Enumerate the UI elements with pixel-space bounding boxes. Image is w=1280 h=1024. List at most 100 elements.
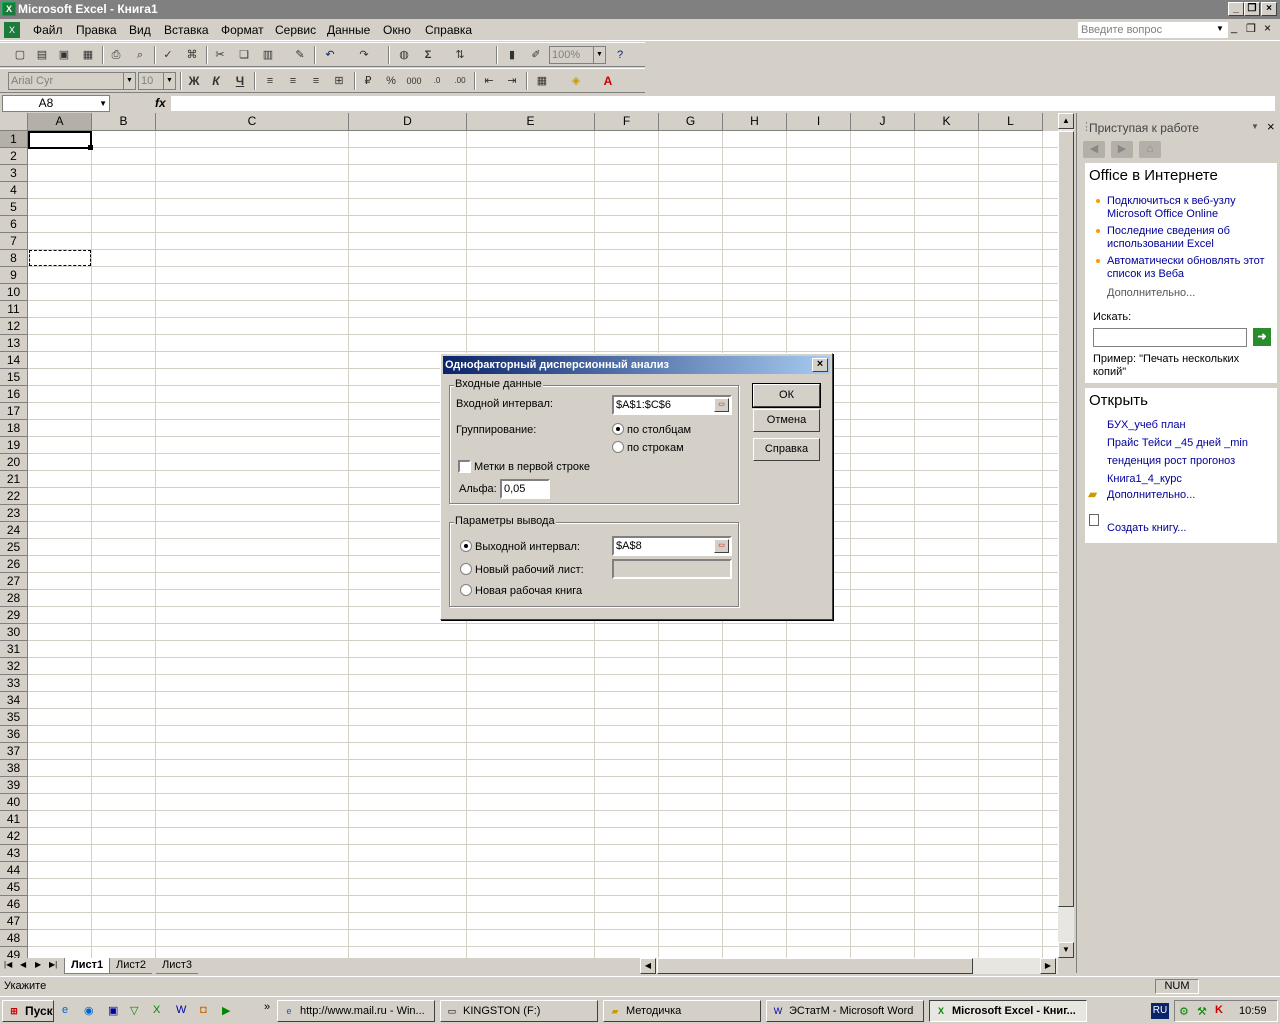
tray-network-icon[interactable]: ⚙ <box>1179 1005 1189 1018</box>
row-header[interactable]: 10 <box>0 284 28 301</box>
column-header-i[interactable]: I <box>787 113 851 131</box>
row-header[interactable]: 21 <box>0 471 28 488</box>
help-icon[interactable]: ? <box>612 47 628 63</box>
row-header[interactable]: 33 <box>0 675 28 692</box>
row-header[interactable]: 49 <box>0 947 28 958</box>
fill-color-icon[interactable]: ◈ <box>568 73 584 89</box>
sheet-tab-2[interactable]: Лист2 <box>110 958 153 974</box>
row-header[interactable]: 24 <box>0 522 28 539</box>
output-range-field[interactable]: $A$8 ▭ <box>612 536 732 556</box>
task-pane-close-icon[interactable]: × <box>1267 119 1275 134</box>
quicklaunch-disk-icon[interactable]: ▣ <box>108 1004 118 1017</box>
hyperlink-icon[interactable]: ◍ <box>396 47 412 63</box>
task-ie-mail[interactable]: e http://www.mail.ru - Win... <box>277 1000 435 1022</box>
print-icon[interactable]: ⎙ <box>108 47 124 63</box>
row-header[interactable]: 19 <box>0 437 28 454</box>
close-icon[interactable]: × <box>1261 2 1277 16</box>
chart-wizard-icon[interactable]: ▮ <box>504 47 520 63</box>
quicklaunch-more-icon[interactable]: » <box>264 1001 270 1013</box>
font-select[interactable]: Arial Cyr ▼ <box>8 72 136 90</box>
row-header[interactable]: 29 <box>0 607 28 624</box>
output-range-collapse-icon[interactable]: ▭ <box>714 539 729 553</box>
autosum-icon[interactable]: Σ <box>420 47 436 63</box>
menu-window[interactable]: Окно <box>383 23 411 37</box>
redo-icon[interactable]: ↷ <box>356 47 372 63</box>
menu-tools[interactable]: Сервис <box>275 23 316 37</box>
row-header[interactable]: 9 <box>0 267 28 284</box>
column-header-j[interactable]: J <box>851 113 915 131</box>
next-sheet-icon[interactable]: ▶ <box>35 960 41 969</box>
format-painter-icon[interactable]: ✎ <box>292 47 308 63</box>
row-header[interactable]: 35 <box>0 709 28 726</box>
task-word-estatm[interactable]: W ЭСтатМ - Microsoft Word <box>766 1000 924 1022</box>
row-header[interactable]: 20 <box>0 454 28 471</box>
labels-first-row-label[interactable]: Метки в первой строке <box>474 461 590 473</box>
vertical-scroll-thumb[interactable] <box>1058 131 1074 907</box>
scroll-up-icon[interactable]: ▲ <box>1058 113 1074 129</box>
tray-device-icon[interactable]: ⚒ <box>1197 1005 1207 1018</box>
back-icon[interactable]: ◀ <box>1083 141 1105 158</box>
scroll-right-icon[interactable]: ▶ <box>1040 958 1056 974</box>
help-button[interactable]: Справка <box>753 438 820 461</box>
row-header[interactable]: 13 <box>0 335 28 352</box>
link-more-files[interactable]: Дополнительно... <box>1107 489 1195 502</box>
zoom-select[interactable]: 100% ▼ <box>549 46 606 64</box>
increase-decimal-icon[interactable]: .0 <box>429 73 445 89</box>
row-header[interactable]: 37 <box>0 743 28 760</box>
row-header[interactable]: 3 <box>0 165 28 182</box>
spelling-icon[interactable]: ✓ <box>160 47 176 63</box>
align-right-icon[interactable]: ≡ <box>308 73 324 89</box>
row-header[interactable]: 46 <box>0 896 28 913</box>
row-header[interactable]: 42 <box>0 828 28 845</box>
menu-help[interactable]: Справка <box>425 23 472 37</box>
percent-icon[interactable]: % <box>383 73 399 89</box>
row-header[interactable]: 22 <box>0 488 28 505</box>
dialog-close-icon[interactable]: × <box>812 358 828 372</box>
copy-icon[interactable]: ❏ <box>236 47 252 63</box>
row-header[interactable]: 16 <box>0 386 28 403</box>
thousands-icon[interactable]: 000 <box>406 73 422 89</box>
quicklaunch-access-icon[interactable]: ◘ <box>200 1004 207 1016</box>
row-header[interactable]: 34 <box>0 692 28 709</box>
help-question-input[interactable]: Введите вопрос <box>1078 22 1228 38</box>
column-header-b[interactable]: B <box>92 113 156 131</box>
recent-file-2[interactable]: Прайс Тейси _45 дней _min <box>1107 437 1248 450</box>
decrease-decimal-icon[interactable]: .00 <box>452 73 468 89</box>
recent-file-3[interactable]: тенденция рост прогоноз <box>1107 455 1235 468</box>
row-header[interactable]: 26 <box>0 556 28 573</box>
minimize-icon[interactable]: _ <box>1228 2 1244 16</box>
row-header[interactable]: 38 <box>0 760 28 777</box>
row-header[interactable]: 36 <box>0 726 28 743</box>
by-columns-radio[interactable] <box>612 423 624 435</box>
output-range-label[interactable]: Выходной интервал: <box>475 541 580 553</box>
decrease-indent-icon[interactable]: ⇤ <box>481 73 497 89</box>
sort-ascending-icon[interactable]: ⇅ <box>452 47 468 63</box>
row-header[interactable]: 14 <box>0 352 28 369</box>
menu-view[interactable]: Вид <box>129 23 151 37</box>
by-columns-label[interactable]: по столбцам <box>627 424 691 436</box>
insert-function-icon[interactable]: fx <box>155 96 166 110</box>
column-header-g[interactable]: G <box>659 113 723 131</box>
restore-icon[interactable]: ❐ <box>1244 2 1260 16</box>
help-dropdown-icon[interactable]: ▼ <box>1216 24 1224 33</box>
scroll-left-icon[interactable]: ◀ <box>640 958 656 974</box>
by-rows-radio[interactable] <box>612 441 624 453</box>
row-header[interactable]: 32 <box>0 658 28 675</box>
row-header[interactable]: 40 <box>0 794 28 811</box>
increase-indent-icon[interactable]: ⇥ <box>504 73 520 89</box>
column-header-a[interactable]: A <box>28 113 92 131</box>
print-preview-icon[interactable]: ⌕ <box>132 47 148 63</box>
borders-icon[interactable]: ▦ <box>534 73 550 89</box>
task-folder-metodichka[interactable]: ▰ Методичка <box>603 1000 761 1022</box>
bold-button[interactable]: Ж <box>186 73 202 89</box>
task-kingston-drive[interactable]: ▭ KINGSTON (F:) <box>440 1000 598 1022</box>
column-header-d[interactable]: D <box>349 113 467 131</box>
vertical-scrollbar[interactable]: ▲ ▼ <box>1058 113 1074 958</box>
doc-minimize-icon[interactable]: _ <box>1231 22 1237 34</box>
align-left-icon[interactable]: ≡ <box>262 73 278 89</box>
input-range-collapse-icon[interactable]: ▭ <box>714 398 729 412</box>
new-sheet-field[interactable] <box>612 559 732 579</box>
link-office-online[interactable]: Подключиться к веб-узлу Microsoft Office… <box>1107 195 1267 221</box>
quicklaunch-ie-icon[interactable]: e <box>62 1004 68 1016</box>
new-sheet-label[interactable]: Новый рабочий лист: <box>475 564 584 576</box>
